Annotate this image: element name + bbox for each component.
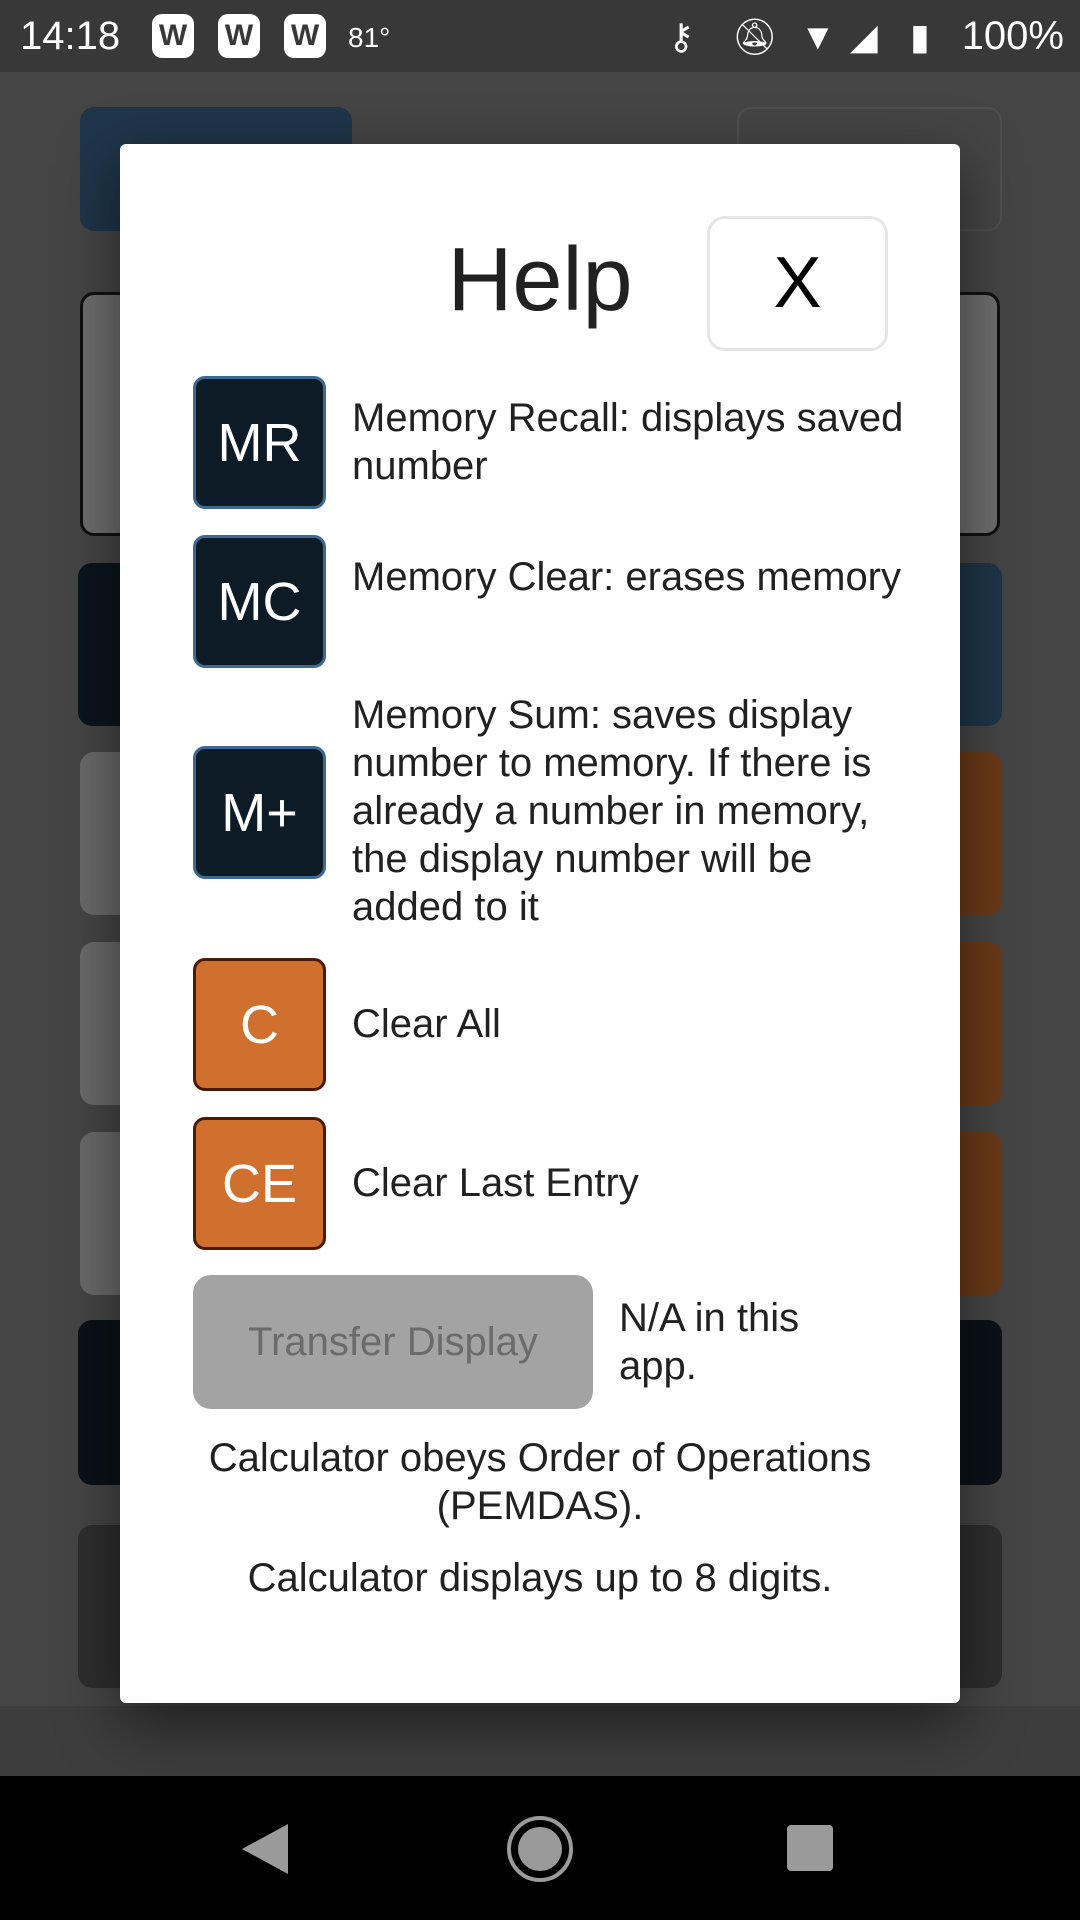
help-dialog: Help X MR Memory Recall: displays saved …: [120, 144, 960, 1703]
notification-icon: W: [284, 14, 326, 58]
temperature: 81°: [348, 22, 391, 53]
battery-charging-icon: ▮: [910, 16, 930, 57]
transfer-display-button: Transfer Display: [193, 1275, 593, 1409]
notification-icon: W: [218, 14, 260, 58]
ce-description: Clear Last Entry: [352, 1161, 639, 1205]
wifi-icon: ▼: [800, 16, 836, 57]
c-key-icon: C: [193, 958, 326, 1091]
ce-key-icon: CE: [193, 1117, 326, 1250]
vpn-key-icon: ⚷: [668, 16, 695, 57]
digits-note: Calculator displays up to 8 digits.: [247, 1556, 833, 1600]
mc-key-icon: MC: [193, 535, 326, 668]
signal-icon: ◢: [850, 16, 878, 57]
mr-description: Memory Recall: displays saved number: [352, 396, 904, 488]
c-description: Clear All: [352, 1002, 501, 1046]
clock: 14:18: [20, 14, 121, 58]
transfer-description: N/A in this app.: [619, 1296, 800, 1388]
home-icon[interactable]: [505, 1814, 575, 1884]
status-bar: 14:18 W W W 81° ⚷ 🔕︎ ▼ ◢ ▮ 100%: [0, 0, 1080, 72]
recents-icon[interactable]: [786, 1824, 834, 1872]
mr-key-icon: MR: [193, 376, 326, 509]
battery-level: 100%: [961, 14, 1064, 58]
bg-footer: [0, 1706, 1080, 1776]
mplus-key-icon: M+: [193, 746, 326, 879]
close-button[interactable]: X: [707, 216, 888, 351]
navigation-bar: [0, 1776, 1080, 1920]
back-icon[interactable]: [240, 1822, 290, 1876]
mplus-description: Memory Sum: saves display number to memo…: [352, 693, 872, 929]
pemdas-note: Calculator obeys Order of Operations (PE…: [208, 1436, 872, 1528]
notification-icon: W: [152, 14, 194, 58]
mc-description: Memory Clear: erases memory: [352, 555, 902, 599]
bell-off-icon: 🔕︎: [732, 16, 778, 57]
